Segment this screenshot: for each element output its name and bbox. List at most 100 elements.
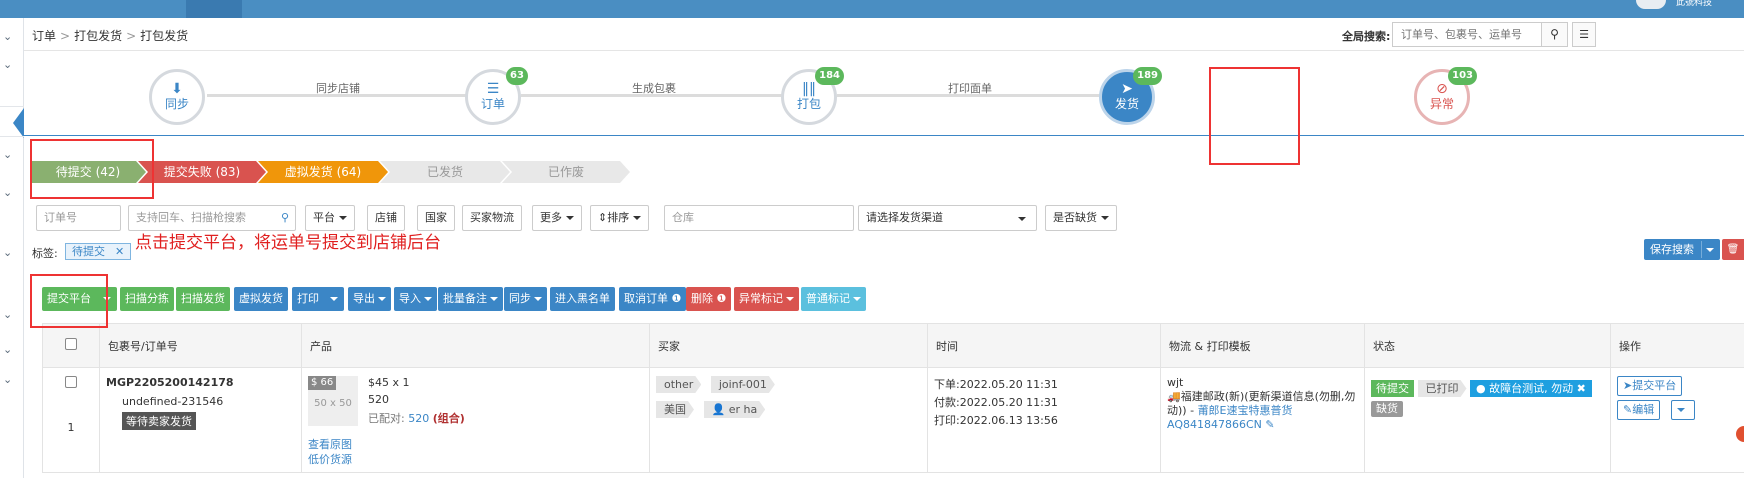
exception-mark-button[interactable]: 异常标记 [734, 287, 799, 311]
edit-icon[interactable]: ✎ [1265, 418, 1274, 431]
search-icon: ⚲ [280, 211, 289, 224]
tag-icon: ● [1476, 382, 1490, 395]
instruction-annotation: 点击提交平台，将运单号提交到店铺后台 [135, 233, 441, 253]
highlight-ship-step [1209, 67, 1300, 165]
orders-table: 包裹号/订单号 产品 买家 时间 物流 & 打印模板 状态 操作 1 MGP22… [42, 323, 1744, 473]
row-more-dropdown[interactable] [1671, 400, 1695, 420]
count-badge: 63 [506, 67, 528, 85]
chevron-down-icon[interactable]: ⌄ [3, 308, 12, 321]
global-search-input[interactable] [1392, 22, 1542, 47]
col-actions: 操作 [1610, 323, 1744, 368]
chevron-down-icon[interactable]: ⌄ [3, 246, 12, 259]
product-thumbnail[interactable]: 50 x 50 $ 66 [308, 376, 358, 426]
chevron-down-icon[interactable]: ⌄ [3, 30, 12, 43]
user-name[interactable]: 此號科技 [1676, 0, 1744, 9]
buyer-country: 美国 [656, 401, 694, 418]
active-tag-chip[interactable]: 待提交 ✕ [65, 243, 132, 260]
step-ship[interactable]: ➤ 发货 189 [1099, 67, 1162, 125]
scan-ship-button[interactable]: 扫描发货 [176, 287, 230, 311]
workflow-steps: 同步店铺 生成包裹 打印面单 ⬇ 同步 ☰ 订单 63 ‖‖ 打包 184 ➤ … [24, 52, 1744, 136]
count-badge: 103 [1448, 67, 1477, 85]
chevron-down-icon[interactable]: ⌄ [3, 343, 12, 356]
more-select[interactable]: 更多 [532, 205, 582, 231]
sort-select[interactable]: ⇕排序 [590, 205, 650, 231]
sidebar-collapse-tab[interactable] [13, 108, 24, 138]
top-navbar: 此號科技 [0, 0, 1744, 18]
channel-select[interactable]: 请选择发货渠道 [858, 205, 1037, 231]
step-pack[interactable]: ‖‖ 打包 184 [781, 67, 844, 125]
avatar[interactable] [1636, 0, 1666, 9]
col-status: 状态 [1364, 323, 1611, 368]
trash-icon[interactable]: 🗑 [1722, 239, 1744, 260]
low-price-source-link[interactable]: 低价货源 [308, 451, 352, 467]
buyer-logistics-button[interactable]: 买家物流 [462, 205, 522, 231]
sync-button[interactable]: 同步 [504, 287, 547, 311]
count-badge: 189 [1133, 67, 1162, 85]
close-icon[interactable]: ✖ [1577, 382, 1586, 395]
warehouse-select[interactable]: 仓库 [664, 205, 854, 231]
row-submit-platform-button[interactable]: ➤提交平台 [1617, 376, 1683, 396]
tab-voided[interactable]: 已作废 [502, 161, 630, 183]
fault-tag: ● 故障台测试, 勿动 ✖ [1470, 380, 1592, 397]
row-checkbox[interactable] [65, 376, 77, 388]
paper-plane-icon: ➤ [1623, 379, 1633, 392]
chevron-down-icon[interactable]: ⌄ [3, 186, 12, 199]
order-no-input[interactable]: 订单号 [36, 205, 121, 231]
highlight-submit-platform [30, 274, 108, 328]
table-header-row: 包裹号/订单号 产品 买家 时间 物流 & 打印模板 状态 操作 [42, 323, 1744, 368]
package-number[interactable]: MGP2205200142178 [106, 376, 295, 389]
row-index: 1 [67, 421, 75, 434]
highlight-pending-tab [30, 139, 154, 199]
download-icon: ⬇ [171, 81, 183, 97]
table-row[interactable]: 1 MGP2205200142178 undefined-231546 等待卖家… [42, 367, 1744, 473]
import-button[interactable]: 导入 [394, 287, 437, 311]
tab-shipped[interactable]: 已发货 [380, 161, 510, 183]
order-status-badge: 等待卖家发货 [122, 412, 196, 430]
row-edit-button[interactable]: ✎编辑 [1617, 400, 1661, 420]
tab-submit-failed[interactable]: 提交失败 (83) [138, 161, 266, 183]
buyer-name: 👤 er ha [704, 401, 766, 418]
delete-button[interactable]: 删除 ❶ [686, 287, 732, 311]
blacklist-button[interactable]: 进入黑名单 [550, 287, 615, 311]
menu-icon[interactable]: ☰ [1572, 22, 1596, 47]
buyer-tag: other [656, 376, 701, 393]
step-exception[interactable]: ⊘ 异常 103 [1414, 67, 1477, 125]
stockout-select[interactable]: 是否缺货 [1045, 205, 1117, 231]
step-sync[interactable]: ⬇ 同步 [149, 69, 205, 125]
printed-badge: 已打印 [1418, 380, 1467, 397]
search-icon[interactable]: ⚲ [1542, 22, 1568, 47]
virtual-ship-button[interactable]: 虚拟发货 [234, 287, 288, 311]
normal-mark-button[interactable]: 普通标记 [801, 287, 866, 311]
product-sku: 520 [368, 393, 389, 406]
cancel-order-button[interactable]: 取消订单 ❶ [619, 287, 687, 311]
col-product: 产品 [301, 323, 650, 368]
pay-time: 付款:2022.05.20 11:31 [934, 396, 1058, 409]
col-logistics: 物流 & 打印模板 [1160, 323, 1365, 368]
status-badge: 待提交 [1371, 380, 1414, 397]
scan-sort-button[interactable]: 扫描分拣 [120, 287, 174, 311]
close-icon[interactable]: ✕ [115, 245, 124, 258]
col-package-order: 包裹号/订单号 [99, 323, 302, 368]
print-button[interactable]: 打印 [292, 287, 344, 311]
select-all-checkbox[interactable] [65, 338, 77, 350]
export-button[interactable]: 导出 [348, 287, 391, 311]
breadcrumb-item[interactable]: 打包发货 [74, 29, 122, 43]
batch-remark-button[interactable]: 批量备注 [438, 287, 503, 311]
price-tag: $ 66 [308, 376, 337, 390]
col-buyer: 买家 [649, 323, 928, 368]
view-image-link[interactable]: 查看原图 [308, 436, 352, 452]
chevron-down-icon[interactable]: ⌄ [3, 58, 12, 71]
tracking-number[interactable]: AQ841847866CN ✎ [1167, 418, 1358, 432]
chevron-down-icon[interactable]: ⌄ [3, 373, 12, 386]
global-search-label: 全局搜索: [1342, 30, 1391, 43]
breadcrumb-item[interactable]: 订单 [32, 29, 56, 43]
nav-active-block[interactable] [186, 0, 242, 18]
connector-print-label: 打印面单 [948, 82, 992, 95]
step-orders[interactable]: ☰ 订单 63 [465, 67, 528, 125]
breadcrumb: 订单 > 打包发货 > 打包发货 [32, 29, 189, 43]
chevron-down-icon[interactable]: ⌄ [3, 148, 12, 161]
save-search-button[interactable]: 保存搜索 [1644, 239, 1720, 260]
sort-icon: ⇕ [598, 211, 608, 224]
order-number[interactable]: undefined-231546 [122, 395, 295, 408]
tab-virtual-shipped[interactable]: 虚拟发货 (64) [258, 161, 388, 183]
